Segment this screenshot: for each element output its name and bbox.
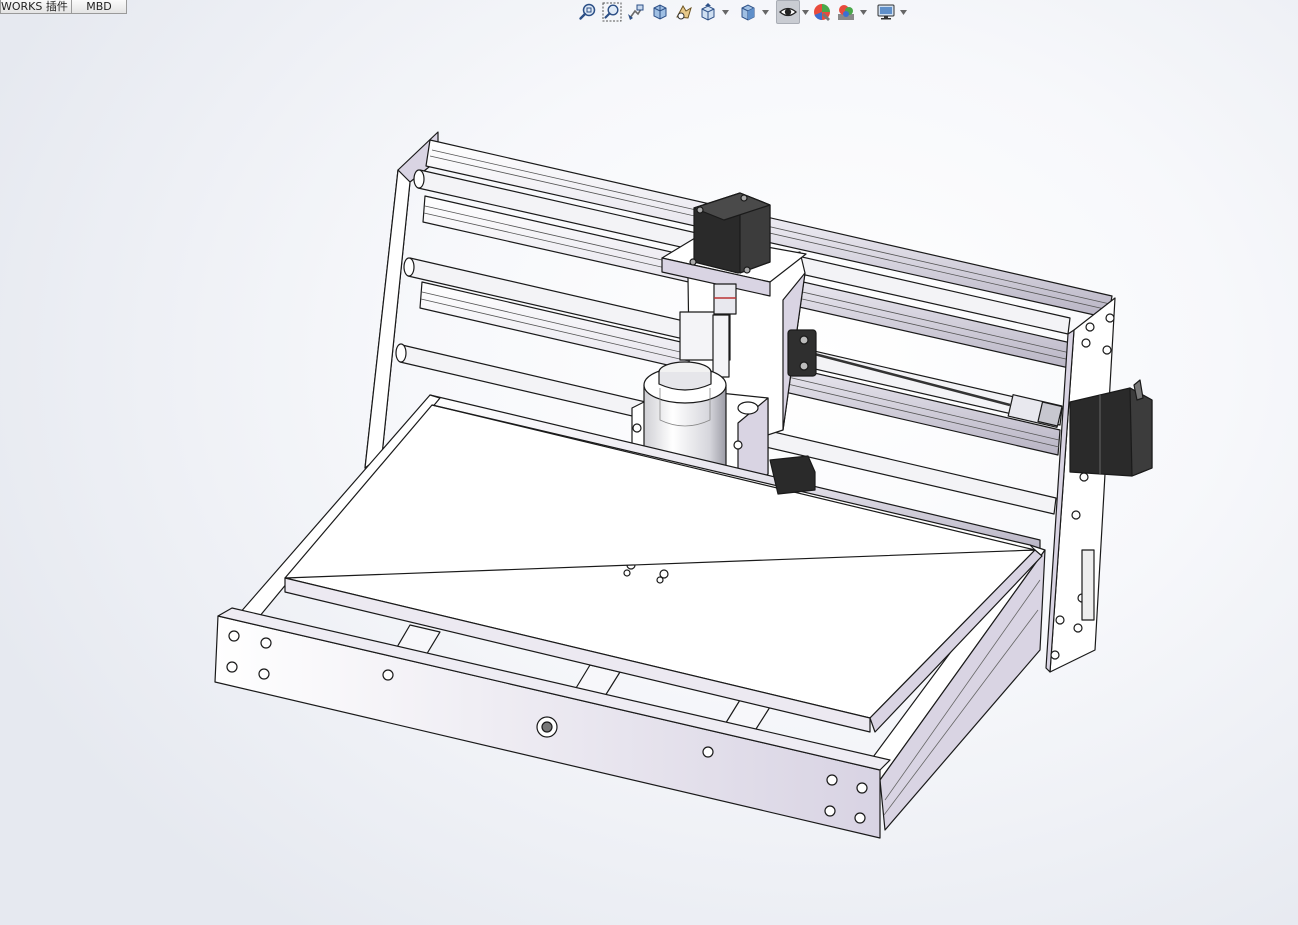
view-settings-dropdown[interactable] — [898, 0, 908, 24]
dynamic-annotation-views-icon — [676, 4, 692, 20]
display-style-button[interactable] — [736, 0, 760, 24]
view-orientation-dropdown[interactable] — [720, 0, 730, 24]
hide-show-items-dropdown[interactable] — [800, 0, 810, 24]
view-orientation-icon — [701, 3, 715, 21]
command-manager-tabs: WORKS 插件 MBD — [0, 0, 127, 15]
x-axis-stepper-motor[interactable] — [769, 455, 816, 495]
zoom-to-area-icon — [602, 2, 622, 22]
edit-appearance-button[interactable] — [810, 0, 834, 24]
edit-appearance-icon — [814, 4, 830, 21]
chevron-down-icon — [801, 9, 809, 15]
display-style-icon — [741, 4, 755, 21]
cnc-engraver-model[interactable] — [214, 131, 1153, 839]
chevron-down-icon — [859, 9, 867, 15]
hide-show-items-icon — [779, 7, 797, 17]
tab-mbd[interactable]: MBD — [72, 0, 127, 14]
chevron-down-icon — [761, 9, 769, 15]
z-axis-coupler[interactable] — [713, 283, 737, 315]
apply-scene-dropdown[interactable] — [858, 0, 868, 24]
chevron-down-icon — [899, 9, 907, 15]
section-view-button[interactable] — [648, 0, 672, 24]
zoom-to-fit-button[interactable] — [576, 0, 600, 24]
z-axis-stepper-motor[interactable] — [689, 192, 771, 274]
tab-solidworks-addins[interactable]: WORKS 插件 — [0, 0, 72, 14]
hide-show-items-button[interactable] — [776, 0, 800, 24]
heads-up-view-toolbar — [576, 0, 908, 24]
chevron-down-icon — [721, 9, 729, 15]
view-settings-icon — [877, 4, 895, 20]
z-axis-rod[interactable] — [712, 314, 730, 378]
previous-view-button[interactable] — [624, 0, 648, 24]
apply-scene-button[interactable] — [834, 0, 858, 24]
view-orientation-button[interactable] — [696, 0, 720, 24]
view-settings-button[interactable] — [874, 0, 898, 24]
dynamic-annotation-views-button[interactable] — [672, 0, 696, 24]
section-view-icon — [653, 4, 667, 20]
display-style-dropdown[interactable] — [760, 0, 770, 24]
zoom-to-fit-icon — [579, 3, 596, 20]
previous-view-icon — [628, 4, 644, 20]
zoom-to-area-button[interactable] — [600, 0, 624, 24]
graphics-area[interactable] — [0, 0, 1298, 925]
apply-scene-icon — [838, 5, 854, 20]
